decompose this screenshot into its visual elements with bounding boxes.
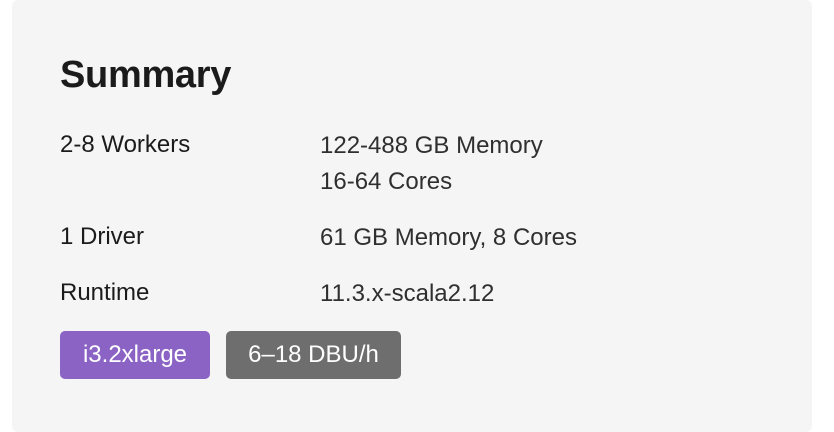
runtime-label: Runtime [60,279,150,306]
workers-values: 122-488 GB Memory 16-64 Cores [320,128,543,200]
summary-title: Summary [60,54,232,96]
dbu-rate-badge: 6–18 DBU/h [226,331,401,379]
workers-memory-value: 122-488 GB Memory [320,132,543,159]
driver-values: 61 GB Memory, 8 Cores [320,220,577,256]
driver-label: 1 Driver [60,223,145,250]
driver-spec-value: 61 GB Memory, 8 Cores [320,224,577,251]
workers-cores-value: 16-64 Cores [320,168,453,195]
workers-label: 2-8 Workers [60,131,191,158]
runtime-values: 11.3.x-scala2.12 [320,276,494,312]
instance-type-badge: i3.2xlarge [60,331,210,379]
runtime-version-value: 11.3.x-scala2.12 [320,280,495,307]
summary-panel: Summary 2-8 Workers 122-488 GB Memory 16… [12,0,812,432]
